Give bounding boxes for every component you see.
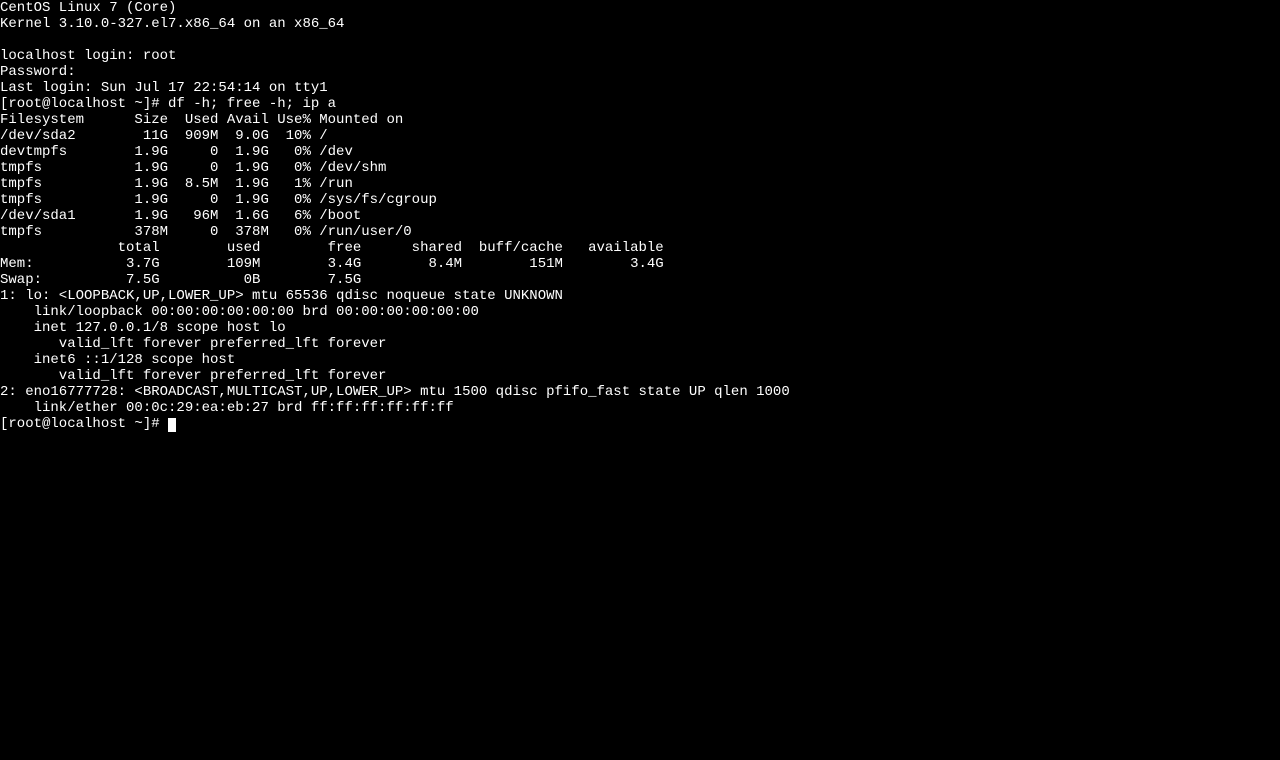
- df-row: tmpfs 1.9G 8.5M 1.9G 1% /run: [0, 176, 353, 192]
- cursor-icon: [168, 418, 176, 432]
- ip-line: valid_lft forever preferred_lft forever: [0, 368, 386, 384]
- df-row: tmpfs 1.9G 0 1.9G 0% /dev/shm: [0, 160, 386, 176]
- trailing-prompt: [root@localhost ~]#: [0, 416, 168, 432]
- df-row: /dev/sda2 11G 909M 9.0G 10% /: [0, 128, 328, 144]
- shell-command: df -h; free -h; ip a: [168, 96, 336, 112]
- free-header: total used free shared buff/cache availa…: [0, 240, 664, 256]
- password-label: Password:: [0, 64, 76, 80]
- last-login: Last login: Sun Jul 17 22:54:14 on tty1: [0, 80, 328, 96]
- terminal-screen[interactable]: CentOS Linux 7 (Core) Kernel 3.10.0-327.…: [0, 0, 1280, 432]
- df-row: devtmpfs 1.9G 0 1.9G 0% /dev: [0, 144, 353, 160]
- df-row: tmpfs 378M 0 378M 0% /run/user/0: [0, 224, 412, 240]
- free-swap: Swap: 7.5G 0B 7.5G: [0, 272, 361, 288]
- df-header: Filesystem Size Used Avail Use% Mounted …: [0, 112, 403, 128]
- ip-line: link/ether 00:0c:29:ea:eb:27 brd ff:ff:f…: [0, 400, 454, 416]
- df-row: tmpfs 1.9G 0 1.9G 0% /sys/fs/cgroup: [0, 192, 437, 208]
- banner-line-1: CentOS Linux 7 (Core): [0, 0, 176, 16]
- df-row: /dev/sda1 1.9G 96M 1.6G 6% /boot: [0, 208, 361, 224]
- ip-line: 1: lo: <LOOPBACK,UP,LOWER_UP> mtu 65536 …: [0, 288, 571, 304]
- ip-line: 2: eno16777728: <BROADCAST,MULTICAST,UP,…: [0, 384, 790, 400]
- login-user: root: [143, 48, 177, 64]
- banner-line-2: Kernel 3.10.0-327.el7.x86_64 on an x86_6…: [0, 16, 344, 32]
- free-mem: Mem: 3.7G 109M 3.4G 8.4M 151M 3.4G: [0, 256, 664, 272]
- ip-line: valid_lft forever preferred_lft forever: [0, 336, 386, 352]
- shell-prompt: [root@localhost ~]#: [0, 96, 168, 112]
- ip-line: inet6 ::1/128 scope host: [0, 352, 244, 368]
- ip-line: link/loopback 00:00:00:00:00:00 brd 00:0…: [0, 304, 479, 320]
- login-prompt: localhost login:: [0, 48, 143, 64]
- ip-line: inet 127.0.0.1/8 scope host lo: [0, 320, 286, 336]
